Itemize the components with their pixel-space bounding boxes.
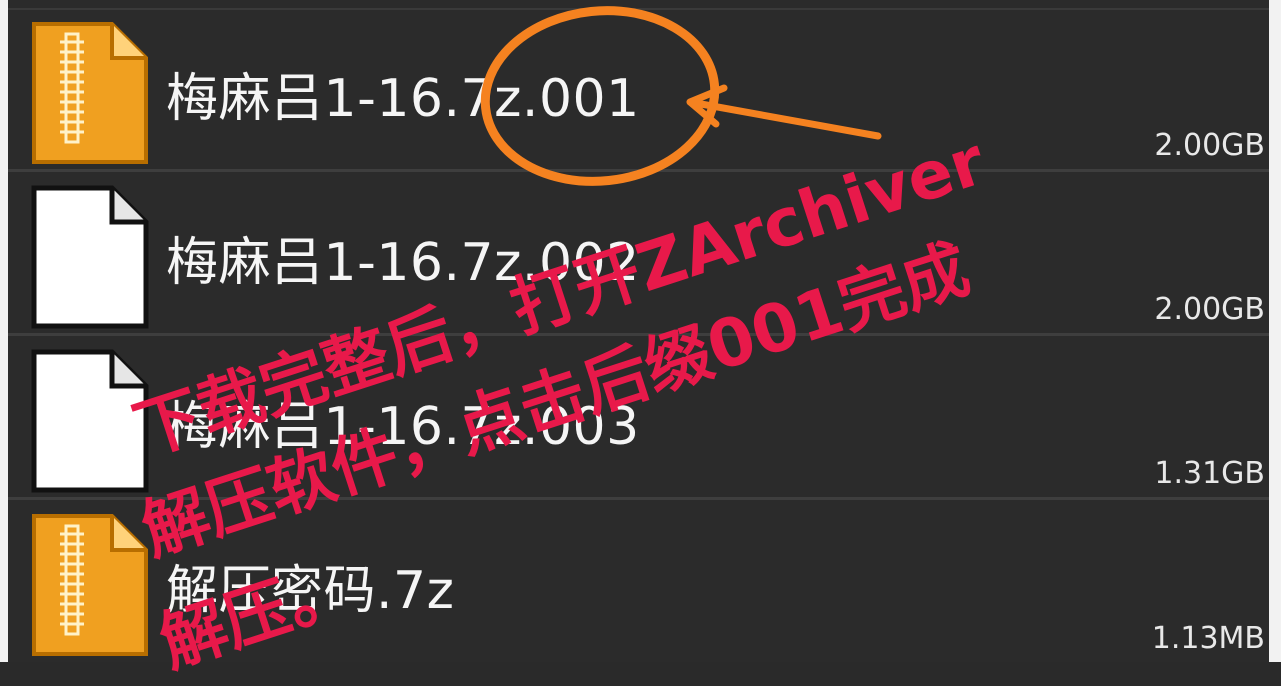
right-border bbox=[1269, 0, 1281, 662]
left-border bbox=[0, 0, 8, 662]
file-row[interactable]: 梅麻吕1-16.7z.001 2.00GB bbox=[8, 10, 1269, 172]
zip-archive-icon bbox=[32, 514, 148, 656]
file-size: 1.31GB bbox=[1154, 456, 1265, 491]
file-list: 梅麻吕1-16.7z.001 2.00GB 梅麻吕1-16.7z.002 2.0… bbox=[8, 10, 1269, 662]
file-size: 2.00GB bbox=[1154, 292, 1265, 327]
file-row[interactable]: 解压密码.7z 1.13MB bbox=[8, 502, 1269, 662]
file-name: 梅麻吕1-16.7z.001 bbox=[166, 69, 640, 129]
blank-file-icon bbox=[31, 185, 149, 329]
file-row[interactable]: 梅麻吕1-16.7z.002 2.00GB bbox=[8, 174, 1269, 336]
file-name: 梅麻吕1-16.7z.002 bbox=[166, 233, 640, 293]
file-name: 梅麻吕1-16.7z.003 bbox=[166, 397, 640, 457]
zip-archive-icon bbox=[32, 22, 148, 164]
file-size: 2.00GB bbox=[1154, 128, 1265, 163]
file-name: 解压密码.7z bbox=[166, 561, 455, 621]
blank-file-icon bbox=[31, 349, 149, 493]
file-row[interactable]: 梅麻吕1-16.7z.003 1.31GB bbox=[8, 338, 1269, 500]
file-size: 1.13MB bbox=[1151, 621, 1265, 656]
